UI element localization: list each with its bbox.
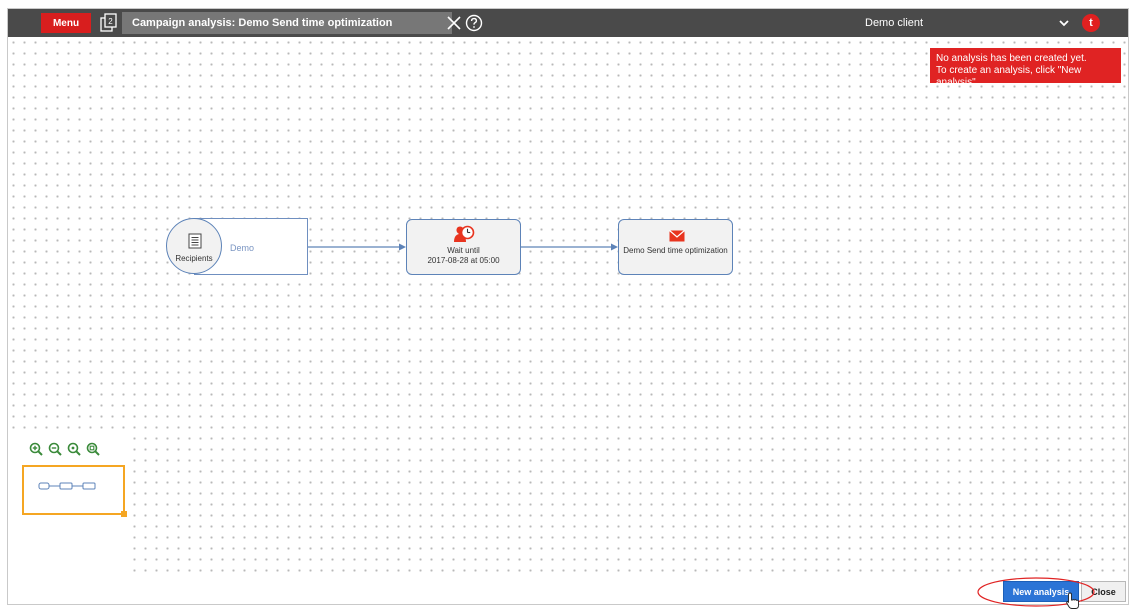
recipients-source-name: Demo (230, 243, 255, 253)
footer-actions: New analysis Close (8, 577, 1128, 609)
zoom-fit-icon[interactable] (67, 442, 81, 456)
workflow-canvas[interactable]: No analysis has been created yet. To cre… (8, 37, 1128, 577)
alert-line-1: No analysis has been created yet. (936, 53, 1087, 64)
new-analysis-button[interactable]: New analysis (1003, 581, 1079, 602)
wait-label-line-1: Wait until (447, 246, 480, 255)
zoom-panel (8, 436, 130, 577)
help-icon[interactable] (465, 14, 483, 32)
alert-line-2: To create an analysis, click "New analys… (936, 65, 1082, 88)
app-window: Menu 2 Campaign analysis: Demo Send time… (7, 8, 1129, 609)
wait-label-line-2: 2017-08-28 at 05:00 (427, 256, 500, 265)
zoom-in-icon[interactable] (29, 442, 43, 456)
send-label: Demo Send time optimization (623, 246, 728, 255)
email-icon (669, 230, 685, 242)
top-bar: Menu 2 Campaign analysis: Demo Send time… (8, 9, 1128, 37)
wait-clock-icon (454, 225, 475, 242)
recipients-label: Recipients (175, 254, 213, 263)
recipients-node[interactable]: Recipients (166, 218, 222, 274)
send-email-node[interactable]: Demo Send time optimization (618, 219, 733, 275)
minimap[interactable] (22, 465, 127, 517)
client-name[interactable]: Demo client (865, 9, 923, 37)
minimap-resize-handle[interactable] (121, 511, 127, 517)
close-icon[interactable] (445, 13, 463, 33)
close-button[interactable]: Close (1081, 581, 1126, 602)
menu-button[interactable]: Menu (41, 13, 91, 33)
chevron-down-icon[interactable] (1057, 16, 1071, 30)
minimap-preview (38, 482, 96, 490)
tabs-icon[interactable]: 2 (100, 13, 118, 33)
zoom-reset-icon[interactable] (86, 442, 100, 456)
tab-campaign-analysis[interactable]: Campaign analysis: Demo Send time optimi… (122, 12, 452, 34)
avatar[interactable]: t (1082, 14, 1100, 32)
wait-node[interactable]: Wait until 2017-08-28 at 05:00 (406, 219, 521, 275)
no-analysis-alert: No analysis has been created yet. To cre… (930, 48, 1121, 88)
tab-title: Campaign analysis: Demo Send time optimi… (132, 17, 393, 29)
recipients-list-icon (188, 233, 202, 249)
zoom-out-icon[interactable] (48, 442, 62, 456)
tabs-count: 2 (108, 17, 113, 26)
connector-arrows (308, 243, 618, 251)
